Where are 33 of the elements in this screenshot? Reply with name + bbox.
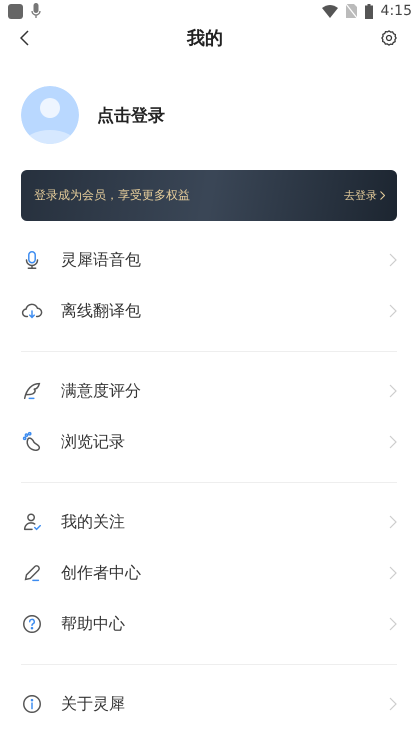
chevron-right-icon bbox=[389, 384, 397, 398]
help-icon bbox=[21, 613, 43, 636]
menu-item[interactable]: 关于灵犀 bbox=[21, 678, 397, 730]
chevron-right-icon bbox=[389, 304, 397, 318]
footprint-icon bbox=[21, 431, 43, 454]
wifi-icon bbox=[322, 4, 338, 18]
chevron-right-icon bbox=[380, 191, 385, 200]
membership-banner[interactable]: 登录成为会员，享受更多权益 去登录 bbox=[21, 170, 397, 221]
menu-item[interactable]: 创作者中心 bbox=[21, 548, 397, 599]
chevron-right-icon bbox=[389, 515, 397, 530]
no-sim-icon bbox=[346, 4, 357, 18]
app-notification-icon bbox=[8, 4, 23, 19]
chevron-right-icon bbox=[389, 435, 397, 450]
chevron-right-icon bbox=[389, 253, 397, 268]
settings-button[interactable] bbox=[380, 29, 398, 48]
chevron-right-icon bbox=[389, 566, 397, 580]
login-link[interactable]: 去登录 bbox=[344, 188, 385, 204]
menu-item[interactable]: 浏览记录 bbox=[21, 416, 397, 468]
login-link[interactable]: 点击登录 bbox=[97, 104, 165, 127]
status-time: 4:15 bbox=[380, 3, 412, 20]
microphone-icon bbox=[31, 3, 41, 20]
banner-text: 登录成为会员，享受更多权益 bbox=[34, 187, 190, 204]
battery-icon bbox=[364, 4, 373, 19]
chevron-right-icon bbox=[389, 697, 397, 712]
menu-item[interactable]: 帮助中心 bbox=[21, 598, 397, 650]
menu-item[interactable]: 我的关注 bbox=[21, 496, 397, 548]
menu-item[interactable]: 离线翻译包 bbox=[21, 286, 397, 337]
chevron-right-icon bbox=[389, 617, 397, 632]
menu-item[interactable]: 灵犀语音包 bbox=[21, 234, 397, 286]
info-icon bbox=[21, 693, 43, 716]
back-button[interactable] bbox=[20, 30, 30, 46]
menu-item[interactable]: 满意度评分 bbox=[21, 366, 397, 417]
page-title: 我的 bbox=[187, 27, 223, 50]
